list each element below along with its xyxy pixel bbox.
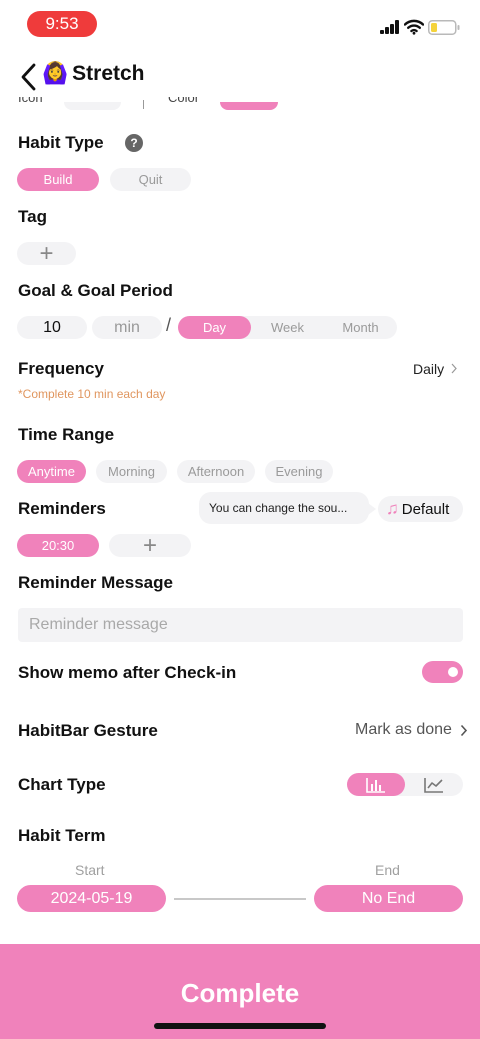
add-reminder-button[interactable]: +: [109, 532, 191, 559]
color-label: Color: [168, 90, 200, 105]
reminder-message-label: Reminder Message: [18, 573, 173, 592]
goal-period-segment: Day Week Month: [178, 316, 397, 339]
add-tag-button[interactable]: +: [17, 240, 76, 267]
habit-type-label: Habit Type: [18, 133, 104, 152]
time-range-label: Time Range: [18, 425, 115, 444]
period-day[interactable]: Day: [178, 316, 251, 339]
icon-selector[interactable]: [64, 102, 121, 110]
status-time: 9:53: [27, 11, 97, 37]
frequency-label: Frequency: [18, 359, 104, 378]
chart-type-segment: [347, 773, 463, 796]
habit-type-build[interactable]: Build: [17, 168, 99, 191]
cellular-signal-icon: [380, 20, 400, 34]
time-range-evening[interactable]: Evening: [265, 460, 333, 483]
habitbar-gesture-label: HabitBar Gesture: [18, 721, 158, 740]
term-end-date[interactable]: No End: [314, 885, 463, 912]
time-range-morning[interactable]: Morning: [96, 460, 167, 483]
term-connector-line: [174, 898, 306, 900]
term-start-label: Start: [75, 862, 105, 878]
chart-type-bar[interactable]: [347, 773, 405, 796]
chevron-right-icon[interactable]: [451, 363, 457, 374]
help-icon[interactable]: ?: [125, 134, 143, 152]
battery-icon: [428, 20, 460, 35]
chart-type-label: Chart Type: [18, 775, 106, 794]
habit-type-quit[interactable]: Quit: [110, 168, 191, 191]
term-end-label: End: [375, 862, 400, 878]
line-chart-icon: [424, 777, 443, 793]
habit-title: Stretch: [72, 62, 145, 85]
frequency-hint: *Complete 10 min each day: [18, 387, 166, 401]
back-chevron-icon[interactable]: [18, 62, 40, 92]
time-range-afternoon[interactable]: Afternoon: [177, 460, 255, 483]
period-month[interactable]: Month: [324, 316, 397, 339]
bar-chart-icon: [366, 777, 385, 793]
reminder-message-input[interactable]: [18, 608, 463, 642]
habit-emoji-icon: 🙆‍♀️: [42, 62, 69, 85]
row-divider: [143, 100, 144, 109]
music-note-icon: ♫: [386, 499, 399, 518]
term-start-date[interactable]: 2024-05-19: [17, 885, 166, 912]
chevron-right-icon[interactable]: [460, 724, 468, 737]
show-memo-toggle[interactable]: [422, 661, 463, 683]
reminders-label: Reminders: [18, 499, 106, 518]
page-title: 🙆‍♀️ Stretch: [42, 62, 145, 86]
icon-label: Icon: [18, 90, 43, 105]
color-selector[interactable]: [220, 102, 278, 110]
goal-unit-field[interactable]: min: [92, 316, 162, 339]
period-week[interactable]: Week: [251, 316, 324, 339]
frequency-value[interactable]: Daily: [413, 361, 444, 377]
goal-separator: /: [166, 315, 172, 335]
goal-value-field[interactable]: 10: [17, 316, 87, 339]
chart-type-line[interactable]: [405, 773, 463, 796]
tag-label: Tag: [18, 207, 47, 226]
wifi-icon: [404, 19, 424, 35]
habit-term-label: Habit Term: [18, 826, 106, 845]
reminder-sound-button[interactable]: ♫ Default: [378, 496, 463, 522]
goal-label: Goal & Goal Period: [18, 281, 173, 300]
show-memo-label: Show memo after Check-in: [18, 663, 237, 682]
sound-tooltip: You can change the sou...: [199, 492, 376, 524]
habitbar-gesture-value[interactable]: Mark as done: [355, 721, 452, 739]
reminder-sound-value: Default: [401, 500, 450, 518]
reminder-time-chip[interactable]: 20:30: [17, 534, 99, 557]
time-range-anytime[interactable]: Anytime: [17, 460, 86, 483]
home-indicator: [154, 1023, 326, 1029]
